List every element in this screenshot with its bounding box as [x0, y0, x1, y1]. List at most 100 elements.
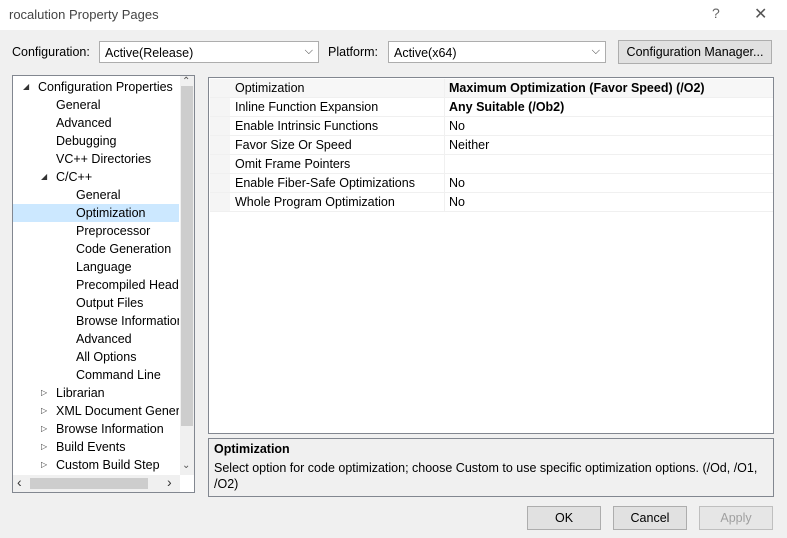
tree-item-label: Output Files [76, 296, 144, 310]
property-value[interactable]: Any Suitable (/Ob2) [449, 100, 564, 114]
close-icon[interactable]: ✕ [754, 4, 767, 24]
tree-item-label: Advanced [56, 116, 112, 130]
property-grid[interactable]: Optimization Maximum Optimization (Favor … [208, 77, 774, 434]
tree-item[interactable]: General [13, 186, 179, 204]
configuration-value: Active(Release) [105, 46, 194, 60]
column-separator [444, 193, 445, 211]
apply-button[interactable]: Apply [699, 506, 773, 530]
configuration-dropdown[interactable]: Active(Release) ⌵ [99, 41, 319, 63]
column-separator [444, 174, 445, 192]
property-name: Omit Frame Pointers [235, 157, 351, 171]
property-name: Whole Program Optimization [235, 195, 395, 209]
tree-item-label: Code Generation [76, 242, 172, 256]
property-value[interactable]: No [449, 119, 465, 133]
tree-item[interactable]: General [13, 96, 179, 114]
property-value[interactable]: Maximum Optimization (Favor Speed) (/O2) [449, 81, 705, 95]
tree-item[interactable]: Browse Information [13, 312, 179, 330]
tree-item[interactable]: Code Generation [13, 240, 179, 258]
tree-item[interactable]: ▷ Librarian [13, 384, 179, 402]
tree-item[interactable]: ◢ Configuration Properties [13, 78, 179, 96]
platform-label: Platform: [328, 45, 379, 59]
tree-item-label: Build Events [56, 440, 126, 454]
column-separator [444, 155, 445, 173]
collapse-arrow-icon[interactable]: ◢ [23, 78, 29, 96]
tree-item-label: VC++ Directories [56, 152, 152, 166]
tree-item-label: Advanced [76, 332, 132, 346]
configuration-manager-button[interactable]: Configuration Manager... [618, 40, 772, 64]
description-text: Select option for code optimization; cho… [214, 461, 758, 491]
row-gutter [210, 98, 230, 116]
tree-item-label: C/C++ [56, 170, 93, 184]
tree-item[interactable]: Precompiled Heade [13, 276, 179, 294]
tree-item[interactable]: ▷ Browse Information [13, 420, 179, 438]
property-row[interactable]: Inline Function Expansion Any Suitable (/… [210, 98, 773, 117]
tree-item[interactable]: ▷ Build Events [13, 438, 179, 456]
tree-item[interactable]: Optimization [13, 204, 179, 222]
tree-item[interactable]: Language [13, 258, 179, 276]
tree-item-label: Librarian [56, 386, 105, 400]
scroll-right-icon[interactable]: › [167, 474, 172, 490]
expand-arrow-icon[interactable]: ▷ [41, 456, 47, 474]
tree-item-label: Configuration Properties [38, 80, 173, 94]
column-separator [444, 79, 445, 97]
scroll-up-icon[interactable]: ⌃ [182, 76, 190, 87]
tree-item-label: All Options [76, 350, 137, 364]
expand-arrow-icon[interactable]: ▷ [41, 420, 47, 438]
tree-item-label: General [76, 188, 121, 202]
property-row[interactable]: Optimization Maximum Optimization (Favor … [210, 79, 773, 98]
chevron-down-icon: ⌵ [591, 45, 600, 57]
expand-arrow-icon[interactable]: ▷ [41, 384, 47, 402]
tree-item[interactable]: Advanced [13, 114, 179, 132]
tree-item[interactable]: Debugging [13, 132, 179, 150]
property-row[interactable]: Favor Size Or Speed Neither [210, 136, 773, 155]
tree-item[interactable]: VC++ Directories [13, 150, 179, 168]
row-gutter [210, 79, 230, 97]
tree-item[interactable]: Output Files [13, 294, 179, 312]
tree-item-label: Browse Information [56, 422, 164, 436]
property-row[interactable]: Whole Program Optimization No [210, 193, 773, 212]
scroll-left-icon[interactable]: ‹ [17, 474, 22, 490]
tree-scroll-thumb[interactable] [181, 86, 193, 426]
tree-item-label: Command Line [76, 368, 161, 382]
tree-item[interactable]: ▷ Custom Build Step [13, 456, 179, 474]
configuration-label: Configuration: [12, 45, 90, 59]
row-gutter [210, 136, 230, 154]
tree-item[interactable]: All Options [13, 348, 179, 366]
property-row[interactable]: Omit Frame Pointers [210, 155, 773, 174]
tree-item[interactable]: Command Line [13, 366, 179, 384]
tree-hscroll-thumb[interactable] [30, 478, 148, 489]
row-gutter [210, 117, 230, 135]
property-name: Enable Intrinsic Functions [235, 119, 379, 133]
expand-arrow-icon[interactable]: ▷ [41, 438, 47, 456]
property-name: Favor Size Or Speed [235, 138, 352, 152]
tree-item-label: Preprocessor [76, 224, 151, 238]
row-gutter [210, 193, 230, 211]
tree-item[interactable]: ◢ C/C++ [13, 168, 179, 186]
row-gutter [210, 155, 230, 173]
scroll-down-icon[interactable]: ⌄ [182, 460, 190, 471]
ok-button[interactable]: OK [527, 506, 601, 530]
cancel-button[interactable]: Cancel [613, 506, 687, 530]
tree-item-label: Debugging [56, 134, 117, 148]
property-name: Enable Fiber-Safe Optimizations [235, 176, 415, 190]
tree-item[interactable]: Advanced [13, 330, 179, 348]
property-value[interactable]: Neither [449, 138, 489, 152]
property-tree[interactable]: ◢ Configuration Properties General Advanced… [12, 75, 195, 493]
tree-item[interactable]: Preprocessor [13, 222, 179, 240]
property-row[interactable]: Enable Fiber-Safe Optimizations No [210, 174, 773, 193]
property-row[interactable]: Enable Intrinsic Functions No [210, 117, 773, 136]
tree-item-label: Browse Information [76, 314, 179, 328]
tree-item[interactable]: ▷ XML Document Genera [13, 402, 179, 420]
help-icon[interactable]: ? [712, 5, 720, 21]
row-gutter [210, 174, 230, 192]
expand-arrow-icon[interactable]: ▷ [41, 402, 47, 420]
platform-dropdown[interactable]: Active(x64) ⌵ [388, 41, 606, 63]
collapse-arrow-icon[interactable]: ◢ [41, 168, 47, 186]
property-value[interactable]: No [449, 195, 465, 209]
description-panel: Optimization Select option for code opti… [208, 438, 774, 497]
tree-item-label: Precompiled Heade [76, 278, 179, 292]
title-bar: rocalution Property Pages ? ✕ [0, 0, 787, 30]
tree-item-label: General [56, 98, 101, 112]
property-value[interactable]: No [449, 176, 465, 190]
property-name: Inline Function Expansion [235, 100, 379, 114]
